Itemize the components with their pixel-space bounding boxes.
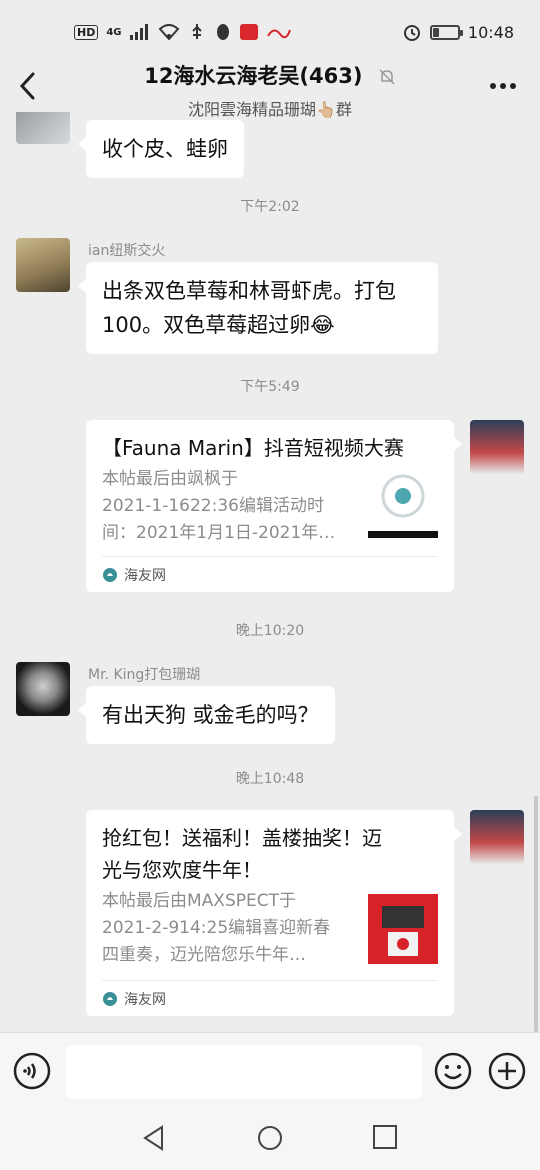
card-source: 海友网 xyxy=(102,556,438,592)
card-desc-line: 2021-1-1622:36编辑活动时 xyxy=(102,496,324,516)
nav-back-icon[interactable] xyxy=(140,1124,168,1152)
card-desc-line: 间：2021年1月1日-2021年… xyxy=(102,523,336,543)
message-bubble[interactable]: 出条双色草莓和林哥虾虎。打包 100。双色草莓超过卵😂 xyxy=(78,262,438,354)
card-description: 本帖最后由飒枫于 2021-1-1622:36编辑活动时 间：2021年1月1日… xyxy=(102,466,350,547)
mute-bell-icon xyxy=(379,69,395,85)
app-logo-icon xyxy=(266,29,291,39)
avatar[interactable] xyxy=(16,238,70,292)
card-source-name: 海友网 xyxy=(124,567,166,584)
link-card[interactable]: 【Fauna Marin】抖音短视频大赛 本帖最后由飒枫于 2021-1-162… xyxy=(86,420,462,592)
card-thumbnail xyxy=(368,894,438,964)
card-source-name: 海友网 xyxy=(124,991,166,1008)
timestamp: 晚上10:20 xyxy=(235,623,305,639)
status-bar: HD 4G 10:48 xyxy=(0,0,540,64)
nav-recent-icon[interactable] xyxy=(372,1124,398,1150)
chat-list[interactable]: 收个皮、蛙卵 下午2:02 ian纽斯交火 出条双色草莓和林哥虾虎。打包 100… xyxy=(0,112,540,1032)
card-desc-line: 本帖最后由MAXSPECT于 xyxy=(102,891,296,911)
battery-icon xyxy=(429,24,463,40)
more-icon[interactable] xyxy=(488,74,518,98)
card-title: 抢红包！送福利！盖楼抽奖！迈 光与您欢度牛年！ xyxy=(102,822,438,886)
voice-icon[interactable] xyxy=(13,1052,51,1090)
emoji-icon[interactable] xyxy=(434,1052,472,1090)
sender-name: Mr. King打包珊瑚 xyxy=(88,667,201,683)
card-desc-line: 2021-2-914:25编辑喜迎新春 xyxy=(102,918,331,938)
clock: 10:48 xyxy=(467,22,514,42)
message-input[interactable] xyxy=(66,1045,422,1099)
plus-icon[interactable] xyxy=(488,1052,526,1090)
source-icon xyxy=(103,991,117,1006)
source-icon xyxy=(103,567,117,582)
avatar[interactable] xyxy=(16,662,70,716)
card-title-line: 光与您欢度牛年！ xyxy=(102,858,262,882)
message-bubble[interactable]: 有出天狗 或金毛的吗？ xyxy=(78,686,335,744)
timestamp: 下午5:49 xyxy=(240,379,300,395)
avatar[interactable] xyxy=(470,810,524,864)
usb-icon xyxy=(191,24,202,39)
chat-header: 12海水云海老吴(463) 沈阳雲海精品珊瑚👆🏼群 xyxy=(0,56,540,120)
message-line: 出条双色草莓和林哥虾虎。打包 xyxy=(102,279,396,303)
system-nav-bar xyxy=(0,1106,540,1170)
hd-indicator: HD xyxy=(74,24,99,40)
wifi-icon xyxy=(158,24,179,40)
chat-title: 12海水云海老吴(463) xyxy=(60,60,480,90)
title-block[interactable]: 12海水云海老吴(463) 沈阳雲海精品珊瑚👆🏼群 xyxy=(60,60,480,120)
sender-name: ian纽斯交火 xyxy=(88,243,166,259)
avatar[interactable] xyxy=(470,420,524,474)
signal-icon xyxy=(129,24,148,40)
alarm-icon xyxy=(403,25,420,41)
timestamp: 下午2:02 xyxy=(240,199,300,215)
input-bar xyxy=(0,1032,540,1106)
card-title-line: 抢红包！送福利！盖楼抽奖！迈 xyxy=(102,826,382,850)
app-notification-icon xyxy=(239,24,258,40)
chat-title-text: 12海水云海老吴(463) xyxy=(144,64,363,88)
message-bubble[interactable]: 收个皮、蛙卵 xyxy=(78,120,244,178)
status-right: 10:48 xyxy=(402,22,514,42)
back-icon[interactable] xyxy=(14,68,44,104)
card-desc-line: 四重奏，迈光陪您乐牛年… xyxy=(102,945,306,965)
avatar[interactable] xyxy=(16,112,70,144)
nav-home-icon[interactable] xyxy=(256,1124,284,1152)
scrollbar[interactable] xyxy=(534,796,538,1032)
qq-icon xyxy=(216,24,229,40)
message-line: 100。双色草莓超过卵😂 xyxy=(102,313,335,337)
card-description: 本帖最后由MAXSPECT于 2021-2-914:25编辑喜迎新春 四重奏，迈… xyxy=(102,888,350,969)
network-type: 4G xyxy=(106,26,122,38)
card-title: 【Fauna Marin】抖音短视频大赛 xyxy=(102,436,404,460)
link-card[interactable]: 抢红包！送福利！盖楼抽奖！迈 光与您欢度牛年！ 本帖最后由MAXSPECT于 2… xyxy=(86,810,462,1016)
status-left: HD 4G xyxy=(74,23,292,41)
card-desc-line: 本帖最后由飒枫于 xyxy=(102,469,238,489)
timestamp: 晚上10:48 xyxy=(235,771,305,787)
card-thumbnail xyxy=(368,468,438,538)
card-source: 海友网 xyxy=(102,980,438,1016)
